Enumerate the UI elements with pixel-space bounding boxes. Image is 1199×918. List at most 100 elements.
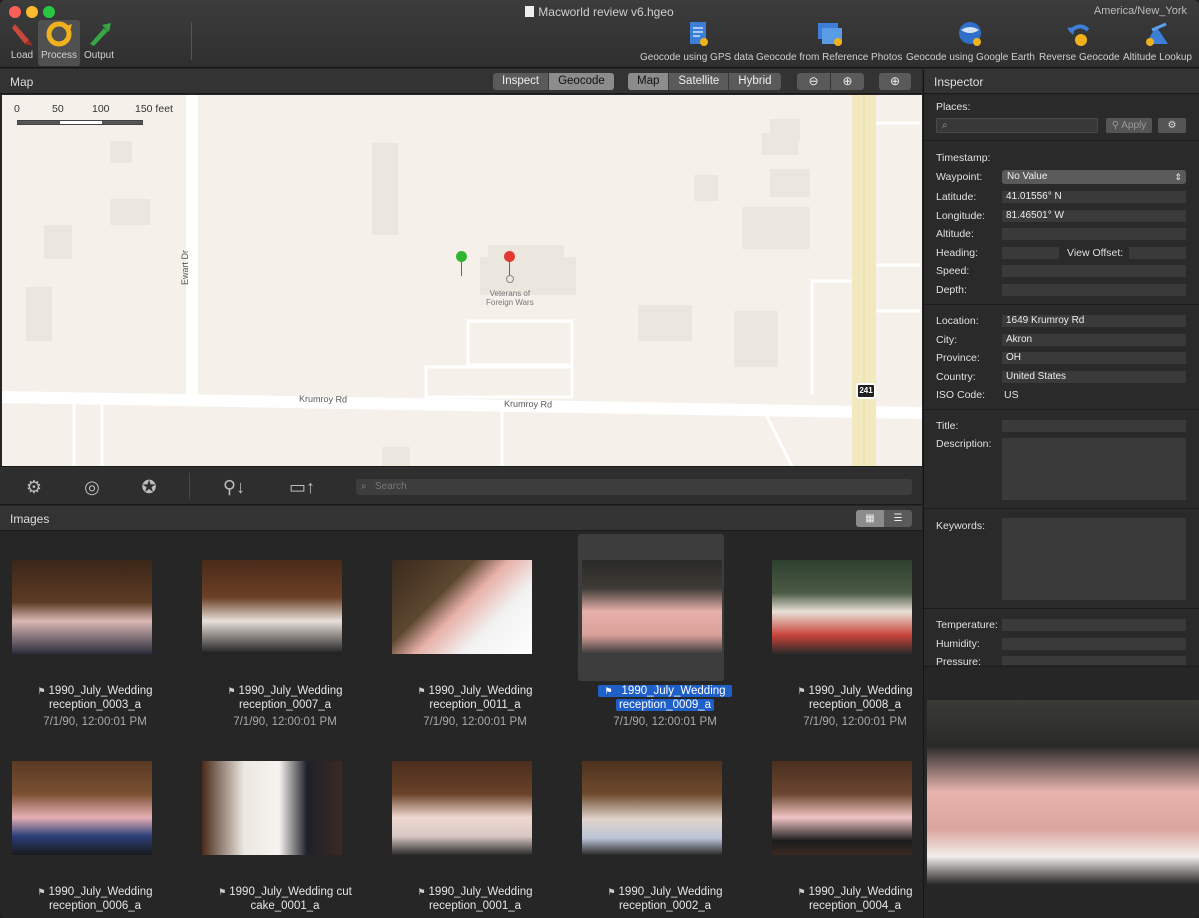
output-button[interactable]: Output [82, 20, 116, 61]
settings-menu-button[interactable]: ⚙ [20, 475, 48, 499]
location-field[interactable]: 1649 Krumroy Rd [1002, 315, 1186, 327]
longitude-field[interactable]: 81.46501° W [1002, 210, 1186, 222]
grid-view-button[interactable]: ▦ [856, 510, 884, 527]
google-earth-icon [959, 22, 982, 46]
photo-thumbnail [202, 761, 342, 855]
zoom-out-button[interactable]: ⊖ [797, 73, 830, 90]
reference-photos-icon [818, 23, 843, 46]
zoom-out-icon: ⊖ [808, 74, 819, 88]
image-item[interactable]: ⚑ 1990_July_Wedding reception_0002_a [570, 731, 760, 918]
flag-icon: ⚑ [797, 887, 806, 897]
geocode-gps-button[interactable]: Geocode using GPS data [640, 20, 753, 63]
temperature-label: Temperature: [936, 619, 998, 631]
title-field[interactable] [1002, 420, 1186, 432]
pin-menu-button[interactable]: ✪ [135, 475, 163, 499]
list-view-button[interactable]: ☰ [884, 510, 912, 527]
image-item[interactable]: ⚑ 1990_July_Wedding reception_0001_a [380, 731, 570, 918]
zoom-to-fit-button[interactable]: ⊕ [879, 73, 911, 90]
flag-icon: ⚑ [417, 887, 426, 897]
photo-upload-button[interactable]: ▭↑ [278, 475, 326, 499]
photo-thumbnail [582, 560, 722, 654]
window-title: Macworld review v6.hgeo [0, 5, 1199, 19]
divider [924, 140, 1199, 141]
depth-field[interactable] [1002, 284, 1186, 296]
tab-satellite[interactable]: Satellite [669, 73, 730, 90]
flag-icon: ⚑ [797, 686, 806, 696]
latitude-field[interactable]: 41.01556° N [1002, 191, 1186, 203]
toolbar: Macworld review v6.hgeo America/New_York… [0, 0, 1199, 68]
pin-download-button[interactable]: ⚲↓ [214, 475, 254, 499]
tab-geocode[interactable]: Geocode [549, 73, 614, 90]
pressure-field[interactable] [1002, 656, 1186, 665]
province-field[interactable]: OH [1002, 352, 1186, 364]
places-settings-button[interactable]: ⚙ [1158, 118, 1186, 133]
compass-menu-button[interactable]: ◎ [78, 475, 106, 499]
apply-button[interactable]: ⚲ Apply [1106, 118, 1152, 133]
description-field[interactable] [1002, 438, 1186, 500]
image-item-selected[interactable]: ⚑ 1990_July_Wedding reception_0009_a 7/1/9… [578, 531, 768, 731]
image-caption: ⚑ 1990_July_Wedding reception_0006_a [37, 886, 153, 912]
longitude-label: Longitude: [936, 210, 986, 222]
divider [924, 409, 1199, 410]
red-pin-icon[interactable] [504, 251, 515, 262]
image-caption: ⚑ 1990_July_Wedding reception_0007_a [227, 685, 343, 711]
tab-hybrid[interactable]: Hybrid [729, 73, 780, 90]
flag-icon: ⚑ [227, 686, 236, 696]
geocode-reference-button[interactable]: Geocode from Reference Photos [756, 20, 902, 63]
reverse-geocode-button[interactable]: Reverse Geocode [1039, 20, 1120, 63]
tab-inspect[interactable]: Inspect [493, 73, 550, 90]
image-caption: ⚑ 1990_July_Wedding reception_0008_a [797, 685, 913, 711]
toolbar-separator [189, 473, 190, 499]
humidity-field[interactable] [1002, 638, 1186, 650]
keywords-field[interactable] [1002, 518, 1186, 600]
speed-field[interactable] [1002, 265, 1186, 277]
load-button[interactable]: Load [7, 20, 37, 61]
altitude-lookup-button[interactable]: Altitude Lookup [1123, 20, 1192, 63]
image-item[interactable]: ⚑ 1990_July_Wedding reception_0008_a 7/1/9… [760, 531, 922, 731]
search-icon: ⌕ [361, 481, 367, 492]
images-header: Images ▦ ☰ [0, 506, 922, 531]
waypoint-select[interactable]: No Value ⇕ [1002, 170, 1186, 184]
image-item[interactable]: ⚑ 1990_July_Wedding reception_0011_a 7/1/9… [380, 531, 570, 731]
view-offset-field[interactable] [1129, 247, 1186, 259]
view-offset-label: View Offset: [1067, 247, 1124, 259]
load-icon [12, 24, 33, 46]
map-panel-title: Map [10, 75, 34, 89]
street-label-ewart: Ewart Dr [180, 249, 190, 285]
process-button[interactable]: Process [38, 20, 80, 66]
image-item[interactable]: ⚑ 1990_July_Wedding reception_0006_a [0, 731, 190, 918]
city-field[interactable]: Akron [1002, 334, 1186, 346]
image-grid: ⚑ 1990_July_Wedding reception_0003_a 7/1/9… [0, 531, 922, 918]
zoom-in-button[interactable]: ⊕ [831, 73, 864, 90]
image-item[interactable]: ⚑ 1990_July_Wedding reception_0004_a [760, 731, 922, 918]
country-field[interactable]: United States [1002, 371, 1186, 383]
image-caption: ⚑ 1990_July_Wedding reception_0011_a [417, 685, 533, 711]
image-date: 7/1/90, 12:00:01 PM [613, 716, 717, 728]
map-streets [2, 95, 922, 466]
map-search-input[interactable]: ⌕ Search [356, 479, 912, 495]
image-item[interactable]: ⚑ 1990_July_Wedding reception_0007_a 7/1/9… [190, 531, 380, 731]
photo-thumbnail [392, 560, 532, 654]
tab-map[interactable]: Map [628, 73, 670, 90]
map-toolbar: ⚙ ◎ ✪ ⚲↓ ▭↑ ⌕ Search [0, 466, 922, 505]
image-date: 7/1/90, 12:00:01 PM [233, 716, 337, 728]
search-icon: ⌕ [942, 120, 948, 131]
output-icon [90, 23, 111, 46]
photo-thumbnail [12, 761, 152, 855]
image-item[interactable]: ⚑ 1990_July_Wedding reception_0003_a 7/1/9… [0, 531, 190, 731]
places-search-input[interactable]: ⌕ [936, 118, 1098, 133]
geocode-google-earth-button[interactable]: Geocode using Google Earth [906, 20, 1035, 63]
green-pin-icon[interactable] [456, 251, 467, 262]
heading-field[interactable] [1002, 247, 1059, 259]
inspector-header: Inspector [924, 69, 1199, 94]
map-view[interactable]: 0 50 100 150 feet Ewart Dr Krumroy Rd Kr… [2, 95, 922, 466]
altitude-field[interactable] [1002, 228, 1186, 240]
gear-icon: ⚙ [1167, 120, 1177, 131]
pin-star-icon: ✪ [141, 477, 157, 497]
divider [924, 508, 1199, 509]
temperature-field[interactable] [1002, 619, 1186, 631]
photo-preview [927, 700, 1199, 884]
latitude-label: Latitude: [936, 191, 977, 203]
image-item[interactable]: ⚑ 1990_July_Wedding cut cake_0001_a [190, 731, 380, 918]
pin-down-arrow-icon: ⚲↓ [222, 477, 246, 497]
